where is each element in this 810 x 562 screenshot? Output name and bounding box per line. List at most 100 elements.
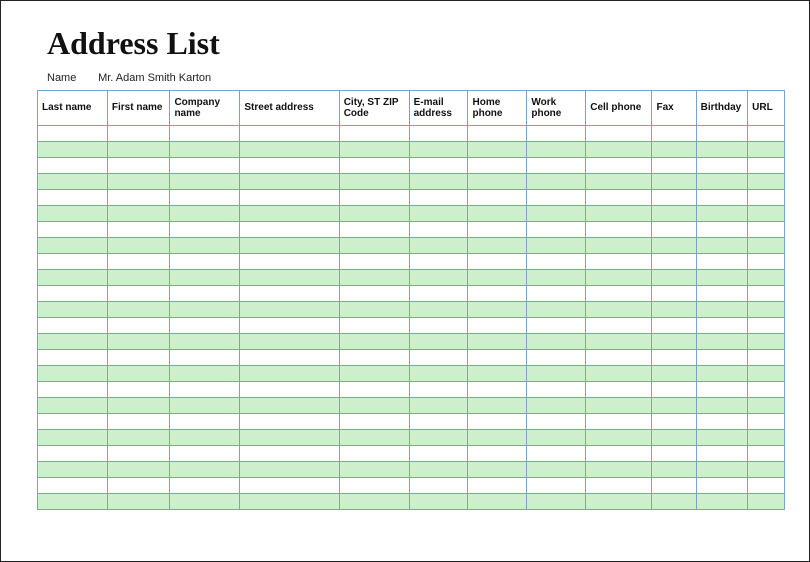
table-cell[interactable] <box>107 254 170 270</box>
table-cell[interactable] <box>748 222 785 238</box>
table-cell[interactable] <box>409 334 468 350</box>
table-cell[interactable] <box>696 430 748 446</box>
table-cell[interactable] <box>696 350 748 366</box>
table-cell[interactable] <box>586 142 652 158</box>
table-cell[interactable] <box>38 190 108 206</box>
table-cell[interactable] <box>696 366 748 382</box>
table-cell[interactable] <box>339 206 409 222</box>
table-cell[interactable] <box>38 302 108 318</box>
table-cell[interactable] <box>170 398 240 414</box>
table-cell[interactable] <box>38 430 108 446</box>
table-cell[interactable] <box>696 334 748 350</box>
table-cell[interactable] <box>468 238 527 254</box>
table-cell[interactable] <box>38 270 108 286</box>
table-cell[interactable] <box>240 398 339 414</box>
table-cell[interactable] <box>409 366 468 382</box>
table-cell[interactable] <box>170 366 240 382</box>
table-cell[interactable] <box>409 302 468 318</box>
table-cell[interactable] <box>696 270 748 286</box>
table-cell[interactable] <box>527 430 586 446</box>
table-cell[interactable] <box>696 254 748 270</box>
table-cell[interactable] <box>652 334 696 350</box>
table-cell[interactable] <box>468 286 527 302</box>
table-cell[interactable] <box>748 478 785 494</box>
table-cell[interactable] <box>339 190 409 206</box>
table-cell[interactable] <box>468 270 527 286</box>
table-cell[interactable] <box>468 350 527 366</box>
table-cell[interactable] <box>748 190 785 206</box>
table-cell[interactable] <box>38 206 108 222</box>
table-cell[interactable] <box>107 334 170 350</box>
table-cell[interactable] <box>409 446 468 462</box>
table-cell[interactable] <box>468 382 527 398</box>
table-cell[interactable] <box>38 238 108 254</box>
table-cell[interactable] <box>409 254 468 270</box>
table-cell[interactable] <box>652 222 696 238</box>
table-cell[interactable] <box>170 270 240 286</box>
table-cell[interactable] <box>38 254 108 270</box>
table-cell[interactable] <box>586 190 652 206</box>
table-cell[interactable] <box>586 478 652 494</box>
table-cell[interactable] <box>468 206 527 222</box>
table-cell[interactable] <box>586 414 652 430</box>
table-cell[interactable] <box>339 126 409 142</box>
table-cell[interactable] <box>339 142 409 158</box>
table-cell[interactable] <box>468 414 527 430</box>
table-cell[interactable] <box>240 158 339 174</box>
table-cell[interactable] <box>170 318 240 334</box>
table-cell[interactable] <box>38 478 108 494</box>
table-cell[interactable] <box>527 494 586 510</box>
table-cell[interactable] <box>652 350 696 366</box>
table-cell[interactable] <box>527 270 586 286</box>
table-cell[interactable] <box>527 238 586 254</box>
table-cell[interactable] <box>468 478 527 494</box>
table-cell[interactable] <box>527 222 586 238</box>
table-cell[interactable] <box>748 302 785 318</box>
table-cell[interactable] <box>409 462 468 478</box>
table-cell[interactable] <box>696 190 748 206</box>
table-cell[interactable] <box>107 430 170 446</box>
table-cell[interactable] <box>696 222 748 238</box>
table-cell[interactable] <box>652 430 696 446</box>
table-cell[interactable] <box>748 382 785 398</box>
table-cell[interactable] <box>409 222 468 238</box>
table-cell[interactable] <box>107 158 170 174</box>
table-cell[interactable] <box>339 334 409 350</box>
table-cell[interactable] <box>170 142 240 158</box>
table-cell[interactable] <box>339 158 409 174</box>
table-cell[interactable] <box>696 206 748 222</box>
table-cell[interactable] <box>240 206 339 222</box>
table-cell[interactable] <box>107 174 170 190</box>
table-cell[interactable] <box>409 382 468 398</box>
table-cell[interactable] <box>586 206 652 222</box>
table-cell[interactable] <box>339 270 409 286</box>
table-cell[interactable] <box>527 302 586 318</box>
table-cell[interactable] <box>170 222 240 238</box>
table-cell[interactable] <box>468 398 527 414</box>
table-cell[interactable] <box>652 366 696 382</box>
table-cell[interactable] <box>468 126 527 142</box>
table-cell[interactable] <box>339 398 409 414</box>
table-cell[interactable] <box>468 494 527 510</box>
table-cell[interactable] <box>586 494 652 510</box>
table-cell[interactable] <box>527 398 586 414</box>
table-cell[interactable] <box>748 414 785 430</box>
table-cell[interactable] <box>38 398 108 414</box>
table-cell[interactable] <box>240 334 339 350</box>
table-cell[interactable] <box>339 174 409 190</box>
table-cell[interactable] <box>170 190 240 206</box>
table-cell[interactable] <box>170 446 240 462</box>
table-cell[interactable] <box>170 286 240 302</box>
table-cell[interactable] <box>696 318 748 334</box>
table-cell[interactable] <box>527 462 586 478</box>
table-cell[interactable] <box>170 382 240 398</box>
table-cell[interactable] <box>409 494 468 510</box>
table-cell[interactable] <box>339 350 409 366</box>
table-cell[interactable] <box>240 238 339 254</box>
table-cell[interactable] <box>339 430 409 446</box>
table-cell[interactable] <box>696 302 748 318</box>
table-cell[interactable] <box>652 142 696 158</box>
table-cell[interactable] <box>107 414 170 430</box>
table-cell[interactable] <box>748 126 785 142</box>
table-cell[interactable] <box>170 254 240 270</box>
